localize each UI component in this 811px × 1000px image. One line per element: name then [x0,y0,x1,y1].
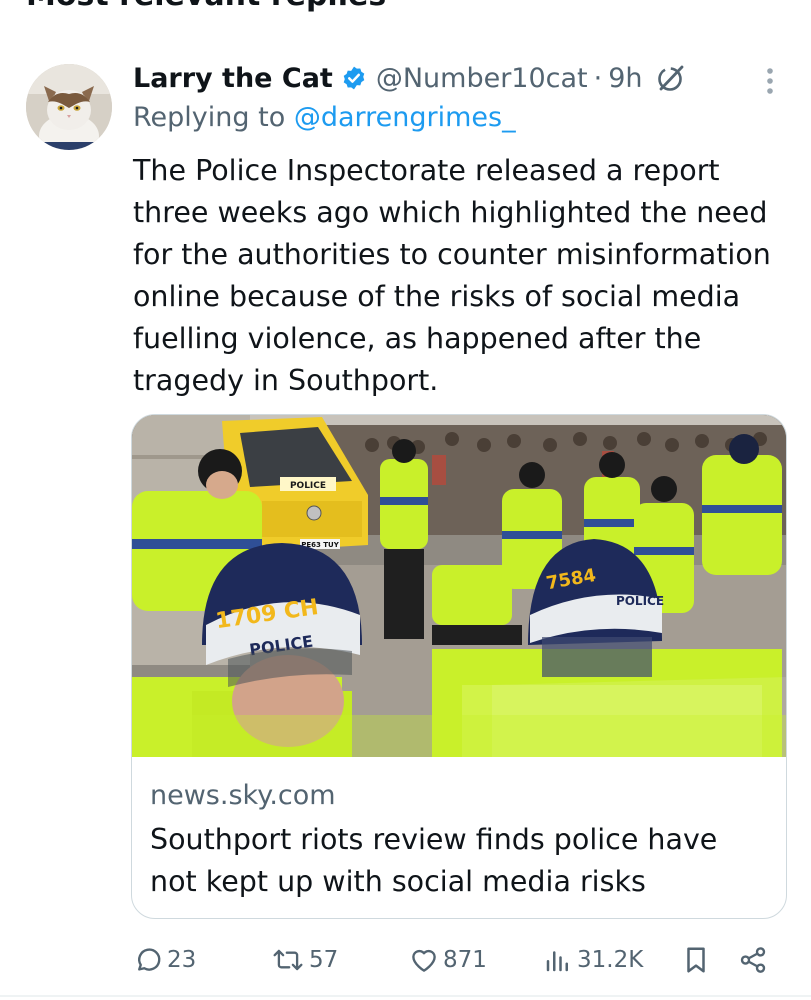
action-bar: 23 57 871 31.2K [0,938,811,982]
verified-badge-icon[interactable] [341,65,367,91]
van-label: POLICE [290,481,326,491]
analytics-bars-icon [546,951,568,972]
timestamp[interactable]: 9h [608,63,642,94]
card-title-line: Southport riots review finds police have [150,823,718,856]
card-image[interactable]: POLICE PE63 TUY 1709 CH POLICE 7584 POLI… [132,415,787,757]
display-name[interactable]: Larry the Cat [133,63,333,94]
share-button[interactable] [738,938,768,982]
more-dots-icon[interactable] [760,66,780,96]
bookmark-icon [687,947,705,973]
like-count: 871 [443,947,487,973]
views-button[interactable]: 31.2K [543,938,643,982]
link-card[interactable]: POLICE PE63 TUY 1709 CH POLICE 7584 POLI… [131,414,787,919]
tweet-text-line: for the authorities to counter misinform… [133,238,771,271]
card-domain[interactable]: news.sky.com [150,780,336,811]
tweet-text: The Police Inspectorate released a repor… [133,150,793,402]
grok-icon[interactable] [655,62,687,94]
heart-icon [412,949,436,972]
cat-avatar-image [26,64,112,150]
tweet-text-line: fuelling violence, as happened after the [133,322,702,355]
avatar[interactable] [26,64,112,150]
tweet-text-line: The Police Inspectorate released a repor… [133,154,720,187]
tweet-header: Larry the Cat @Number10cat · 9h [133,58,687,98]
reply-prefix: Replying to [133,102,294,133]
handle[interactable]: @Number10cat [376,63,588,94]
handle-time: @Number10cat · 9h [376,63,643,94]
reply-count: 23 [167,947,197,973]
tweet-text-line: online because of the risks of social me… [133,280,741,313]
reply-button[interactable]: 23 [133,938,196,982]
replying-to: Replying to @darrengrimes_ [133,102,516,133]
helmet-right-label: POLICE [616,594,664,608]
reply-bubble-icon [138,948,161,971]
reply-to-mention[interactable]: @darrengrimes_ [294,102,516,133]
share-icon [740,947,766,973]
section-header: Most relevant replies [26,0,386,13]
like-button[interactable]: 871 [409,938,487,982]
tweet-text-line: three weeks ago which highlighted the ne… [133,196,768,229]
repost-count: 57 [309,947,339,973]
divider [0,995,811,997]
tweet-text-line: tragedy in Southport. [133,364,439,397]
view-count: 31.2K [577,947,644,973]
repost-icon [273,949,303,971]
card-title-line: not kept up with social media risks [150,865,646,898]
separator: · [593,62,603,94]
card-title[interactable]: Southport riots review finds police have… [150,819,770,903]
repost-button[interactable]: 57 [271,938,338,982]
bookmark-button[interactable] [682,938,710,982]
